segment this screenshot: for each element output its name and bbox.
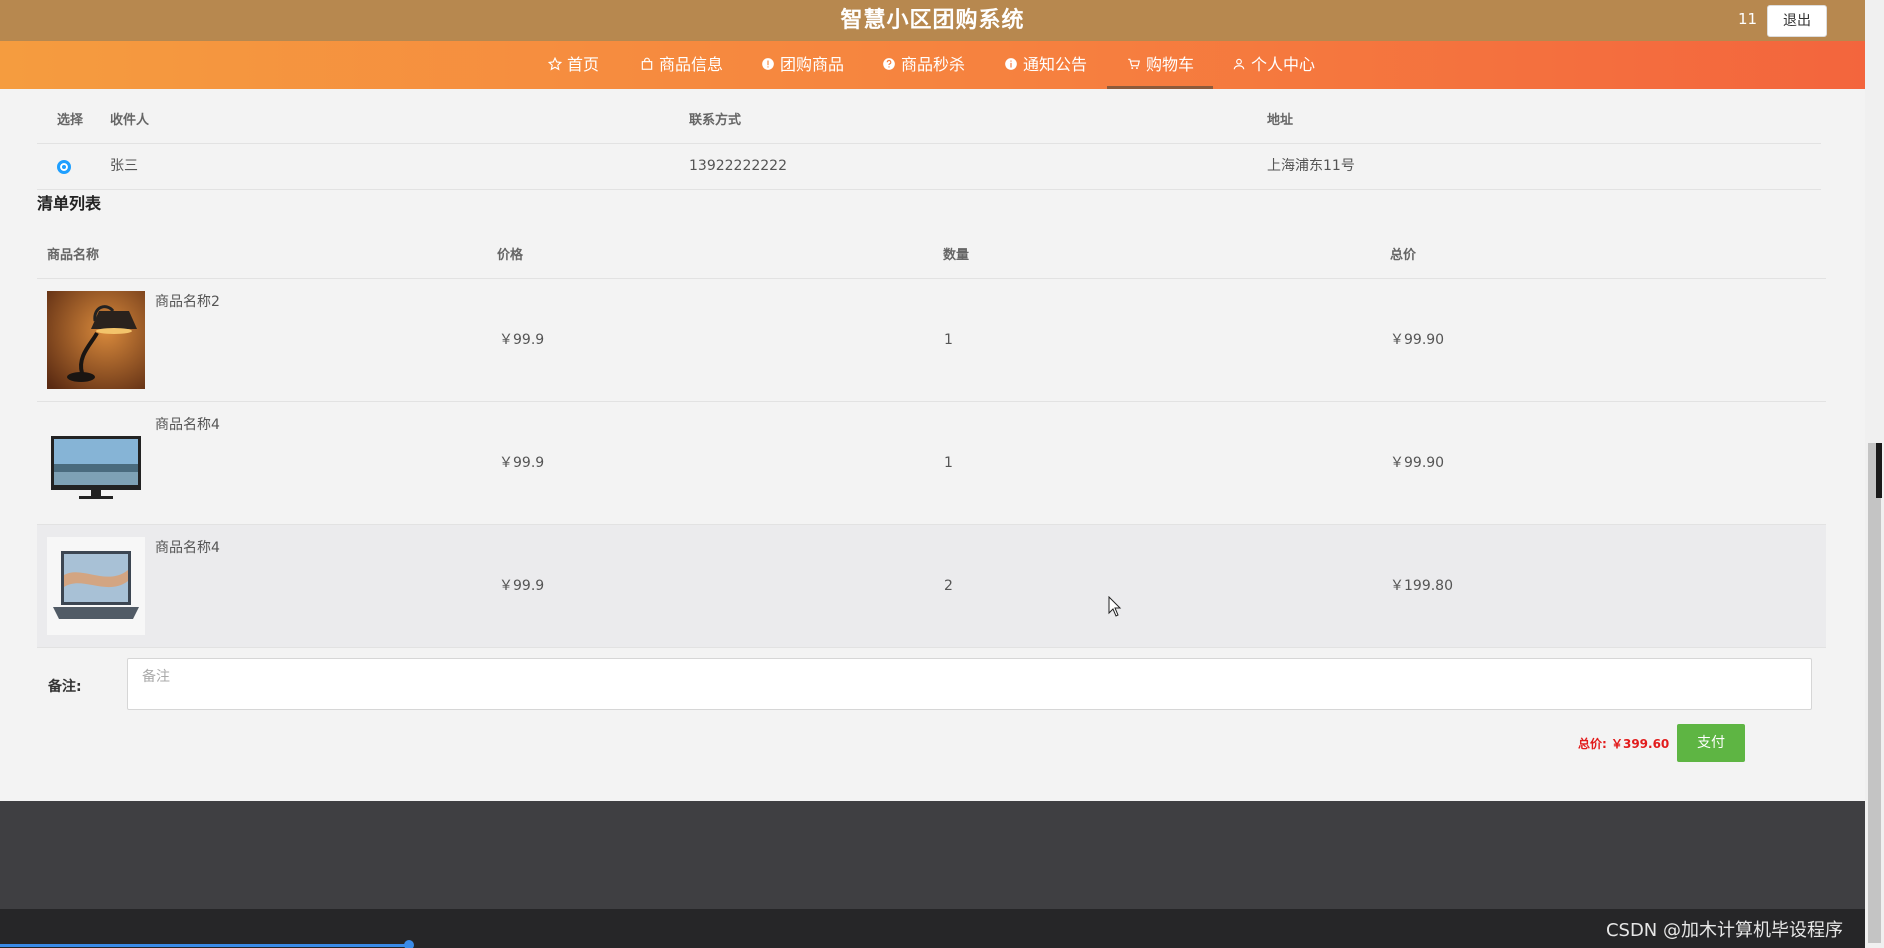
product-quantity: 1: [944, 455, 953, 471]
nav-label: 个人中心: [1251, 55, 1316, 74]
video-progress-handle[interactable]: [404, 940, 414, 948]
page-scrollbar[interactable]: [1865, 0, 1884, 948]
order-list-header: 商品名称 价格 数量 总价: [37, 234, 1826, 279]
question-circle-icon: [883, 58, 895, 70]
nav-item-notices[interactable]: 通知公告: [1004, 41, 1087, 89]
column-header: 总价: [1390, 248, 1417, 263]
product-total: ￥99.90: [1390, 455, 1445, 471]
table-row: 商品名称2 ￥99.9 1 ￥99.90: [37, 279, 1826, 402]
site-title: 智慧小区团购系统: [840, 8, 1025, 33]
column-header: 数量: [943, 248, 970, 263]
column-header: 地址: [1267, 113, 1294, 128]
footer: [0, 801, 1865, 909]
scrollbar-thumb-indicator: [1876, 443, 1882, 498]
product-price: ￥99.9: [499, 332, 545, 348]
username: 11: [1738, 10, 1758, 28]
nav-item-products[interactable]: 商品信息: [640, 41, 723, 89]
nav-item-cart[interactable]: 购物车: [1107, 41, 1213, 89]
product-name: 商品名称4: [155, 417, 220, 433]
address-row[interactable]: 张三 13922222222 上海浦东11号: [37, 144, 1821, 190]
nav-item-flash-sale[interactable]: 商品秒杀: [882, 41, 965, 89]
table-row: 商品名称4 ￥99.9 1 ￥99.90: [37, 402, 1826, 525]
nav-item-profile[interactable]: 个人中心: [1232, 41, 1315, 89]
note-label: 备注:: [48, 679, 82, 695]
watermark: CSDN @加木计算机毕设程序: [1605, 920, 1843, 941]
product-name: 商品名称4: [155, 540, 220, 556]
note-field[interactable]: [127, 658, 1812, 710]
column-header: 商品名称: [47, 248, 100, 263]
product-name: 商品名称2: [155, 294, 220, 310]
nav-label: 商品信息: [659, 55, 724, 74]
alert-circle-icon: [762, 58, 774, 70]
column-header: 价格: [497, 248, 524, 263]
page: 智慧小区团购系统 11 退出 首页 商品信息 团购商品 商品秒杀 通知公告 购物…: [0, 0, 1865, 948]
column-header: 联系方式: [689, 113, 742, 128]
desk-lamp-image: [47, 291, 145, 389]
nav-item-home[interactable]: 首页: [548, 41, 599, 89]
nav-label: 首页: [567, 55, 600, 74]
recipient-address: 上海浦东11号: [1267, 158, 1355, 174]
product-quantity: 1: [944, 332, 953, 348]
table-row: 商品名称4 ￥99.9 2 ￥199.80: [37, 525, 1826, 648]
column-header: 收件人: [110, 113, 150, 128]
monitor-image: [47, 414, 145, 512]
main-nav: 首页 商品信息 团购商品 商品秒杀 通知公告 购物车 个人中心: [0, 41, 1865, 89]
note-input[interactable]: [128, 659, 1811, 709]
pay-button[interactable]: 支付: [1677, 724, 1745, 762]
nav-label: 购物车: [1146, 55, 1195, 74]
order-list-title: 清单列表: [37, 194, 102, 213]
product-price: ￥99.9: [499, 578, 545, 594]
nav-label: 团购商品: [780, 55, 845, 74]
column-header: 选择: [57, 113, 84, 128]
nav-label: 通知公告: [1023, 55, 1088, 74]
recipient-name: 张三: [110, 158, 138, 174]
footer-bottom: [0, 909, 1865, 948]
mouse-cursor-icon: [1108, 596, 1122, 617]
bag-icon: [641, 57, 653, 70]
logout-button[interactable]: 退出: [1767, 5, 1827, 37]
star-icon: [548, 57, 562, 71]
user-icon: [1233, 58, 1245, 70]
total-price: 总价: ￥399.60: [1578, 737, 1670, 751]
product-quantity: 2: [944, 578, 953, 594]
product-total: ￥199.80: [1390, 578, 1453, 594]
cart-icon: [1128, 58, 1140, 70]
top-bar: 智慧小区团购系统 11 退出: [0, 0, 1865, 41]
address-radio[interactable]: [57, 160, 71, 174]
nav-item-group-buy[interactable]: 团购商品: [761, 41, 844, 89]
info-circle-icon: [1005, 58, 1017, 70]
product-price: ￥99.9: [499, 455, 545, 471]
product-total: ￥99.90: [1390, 332, 1445, 348]
laptop-image: [47, 537, 145, 635]
nav-label: 商品秒杀: [901, 55, 966, 74]
address-table-header: 选择 收件人 联系方式 地址: [37, 98, 1821, 144]
scrollbar-thumb[interactable]: [1868, 443, 1881, 943]
recipient-phone: 13922222222: [689, 158, 787, 174]
video-progress-bar[interactable]: [0, 944, 412, 947]
